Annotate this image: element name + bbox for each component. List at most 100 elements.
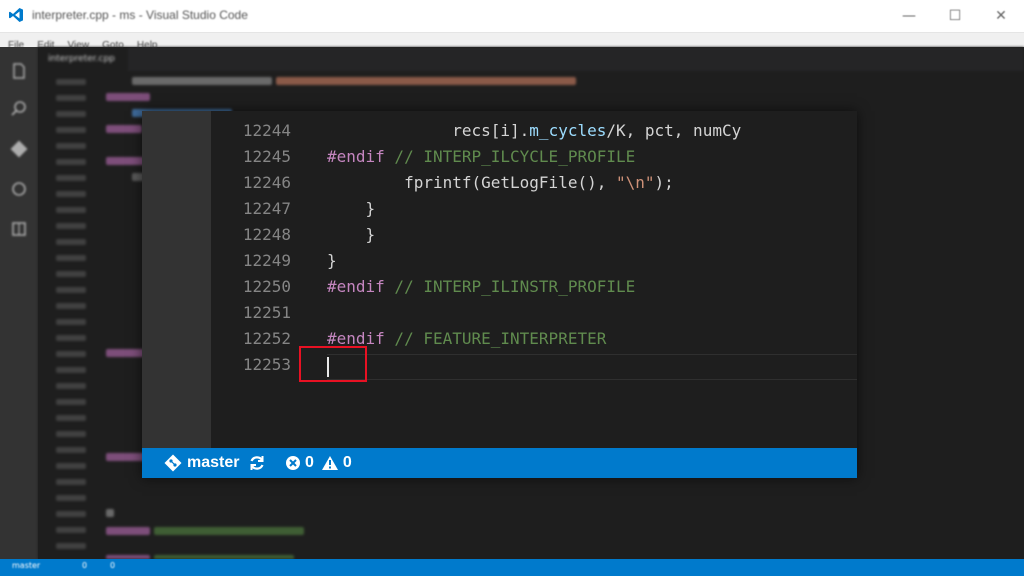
- status-errors-small[interactable]: 0: [82, 561, 87, 570]
- git-icon[interactable]: [9, 139, 29, 159]
- code-line[interactable]: 12251: [211, 300, 857, 326]
- line-code: recs[i].m_cycles/K, pct, numCy: [327, 118, 741, 144]
- window-title: interpreter.cpp - ms - Visual Studio Cod…: [32, 8, 248, 22]
- error-icon: [286, 456, 300, 470]
- code-token: }: [365, 225, 376, 244]
- code-token: m_cycles: [529, 121, 607, 140]
- bg-code-line: [106, 125, 142, 133]
- bg-line-number: [56, 351, 86, 357]
- bg-line-number: [56, 367, 86, 373]
- git-branch-status[interactable]: master: [164, 448, 239, 478]
- bg-line-number: [56, 79, 86, 85]
- bg-code-line: [106, 93, 150, 101]
- bg-code-line: [154, 527, 304, 535]
- bg-line-number: [56, 543, 86, 549]
- line-code: #endif // INTERP_ILCYCLE_PROFILE: [327, 144, 635, 170]
- explorer-icon[interactable]: [9, 61, 29, 81]
- code-line[interactable]: 12244 recs[i].m_cycles/K, pct, numCy: [211, 118, 857, 144]
- bg-code-line: [106, 509, 114, 517]
- bg-line-number: [56, 319, 86, 325]
- line-number: 12246: [242, 173, 291, 192]
- bg-line-number: [56, 463, 86, 469]
- code-line[interactable]: 12247 }: [211, 196, 857, 222]
- line-number: 12248: [242, 225, 291, 244]
- vscode-logo-icon: [9, 8, 23, 22]
- bg-code-line: [132, 77, 272, 85]
- code-line[interactable]: 12248 }: [211, 222, 857, 248]
- code-token: #endif: [327, 277, 385, 296]
- code-token: }: [365, 199, 376, 218]
- line-code: #endif // INTERP_ILINSTR_PROFILE: [327, 274, 635, 300]
- bg-line-number: [56, 399, 86, 405]
- code-token: );: [654, 173, 674, 192]
- code-token: // INTERP_ILINSTR_PROFILE: [384, 277, 636, 296]
- bg-line-number: [56, 271, 86, 277]
- bg-line-number: [56, 447, 86, 453]
- maximize-button[interactable]: ☐: [932, 0, 978, 32]
- status-branch-small[interactable]: master: [12, 561, 40, 570]
- code-token: fprintf(GetLogFile(),: [404, 173, 616, 192]
- line-number: 12244: [242, 121, 291, 140]
- bg-line-number: [56, 287, 86, 293]
- title-bar: interpreter.cpp - ms - Visual Studio Cod…: [0, 0, 1024, 33]
- bg-line-number: [56, 479, 86, 485]
- bg-line-number: [56, 303, 86, 309]
- code-token: "\n": [615, 173, 655, 192]
- debug-icon[interactable]: [9, 179, 29, 199]
- code-line[interactable]: 12249}: [211, 248, 857, 274]
- zoomed-status-bar: master 0 0: [142, 448, 857, 478]
- sync-icon: [250, 456, 264, 470]
- code-line[interactable]: 12250 #endif // INTERP_ILINSTR_PROFILE: [211, 274, 857, 300]
- branch-name: master: [187, 454, 240, 471]
- bg-line-number: [56, 111, 86, 117]
- bg-code-line: [276, 77, 576, 85]
- bg-line-number: [56, 335, 86, 341]
- line-code: #endif // FEATURE_INTERPRETER: [327, 326, 606, 352]
- error-count: 0: [305, 454, 314, 471]
- code-line[interactable]: 12245 #endif // INTERP_ILCYCLE_PROFILE: [211, 144, 857, 170]
- line-number: 12251: [242, 303, 291, 322]
- line-number: 12253: [242, 355, 291, 374]
- line-code: }: [327, 196, 376, 222]
- code-line[interactable]: 12246 fprintf(GetLogFile(), "\n");: [211, 170, 857, 196]
- activity-bar: [0, 47, 38, 559]
- bg-line-number: [56, 191, 86, 197]
- search-icon[interactable]: [9, 99, 29, 119]
- close-button[interactable]: ✕: [978, 0, 1024, 32]
- editor-tabs: interpreter.cpp: [38, 47, 1024, 71]
- code-token: recs[i].: [452, 121, 530, 140]
- extensions-icon[interactable]: [9, 219, 29, 239]
- tab-interpreter-cpp[interactable]: interpreter.cpp: [38, 47, 128, 71]
- bg-line-number: [56, 223, 86, 229]
- bg-code-line: [106, 527, 150, 535]
- line-number: 12249: [242, 251, 291, 270]
- code-token: #endif: [327, 147, 385, 166]
- line-code: fprintf(GetLogFile(), "\n");: [327, 170, 674, 196]
- git-branch-icon: [164, 454, 182, 472]
- status-warnings-small[interactable]: 0: [110, 561, 115, 570]
- menu-bar: File Edit View Goto Help: [0, 33, 1024, 51]
- background-gutter: [38, 71, 93, 559]
- zoomed-activity-strip: [142, 111, 211, 448]
- bg-line-number: [56, 511, 86, 517]
- bg-line-number: [56, 415, 86, 421]
- zoomed-code-area[interactable]: 12253 12252 #endif // FEATURE_INTERPRETER 1…: [211, 111, 857, 448]
- line-number: 12250: [242, 277, 291, 296]
- code-token: }: [327, 251, 337, 270]
- bg-line-number: [56, 159, 86, 165]
- current-line-highlight: [327, 354, 857, 380]
- warning-icon: [321, 456, 338, 470]
- bg-line-number: [56, 255, 86, 261]
- line-number: 12252: [242, 329, 291, 348]
- problems-status[interactable]: 0 0: [285, 448, 352, 478]
- minimize-button[interactable]: —: [886, 0, 932, 32]
- bg-line-number: [56, 495, 86, 501]
- bg-line-number: [56, 95, 86, 101]
- sync-button[interactable]: [248, 448, 266, 478]
- bg-line-number: [56, 431, 86, 437]
- bg-line-number: [56, 383, 86, 389]
- warning-count: 0: [342, 454, 352, 471]
- line-number-highlight-box: [299, 346, 367, 382]
- bg-line-number: [56, 175, 86, 181]
- code-token: // FEATURE_INTERPRETER: [384, 329, 607, 348]
